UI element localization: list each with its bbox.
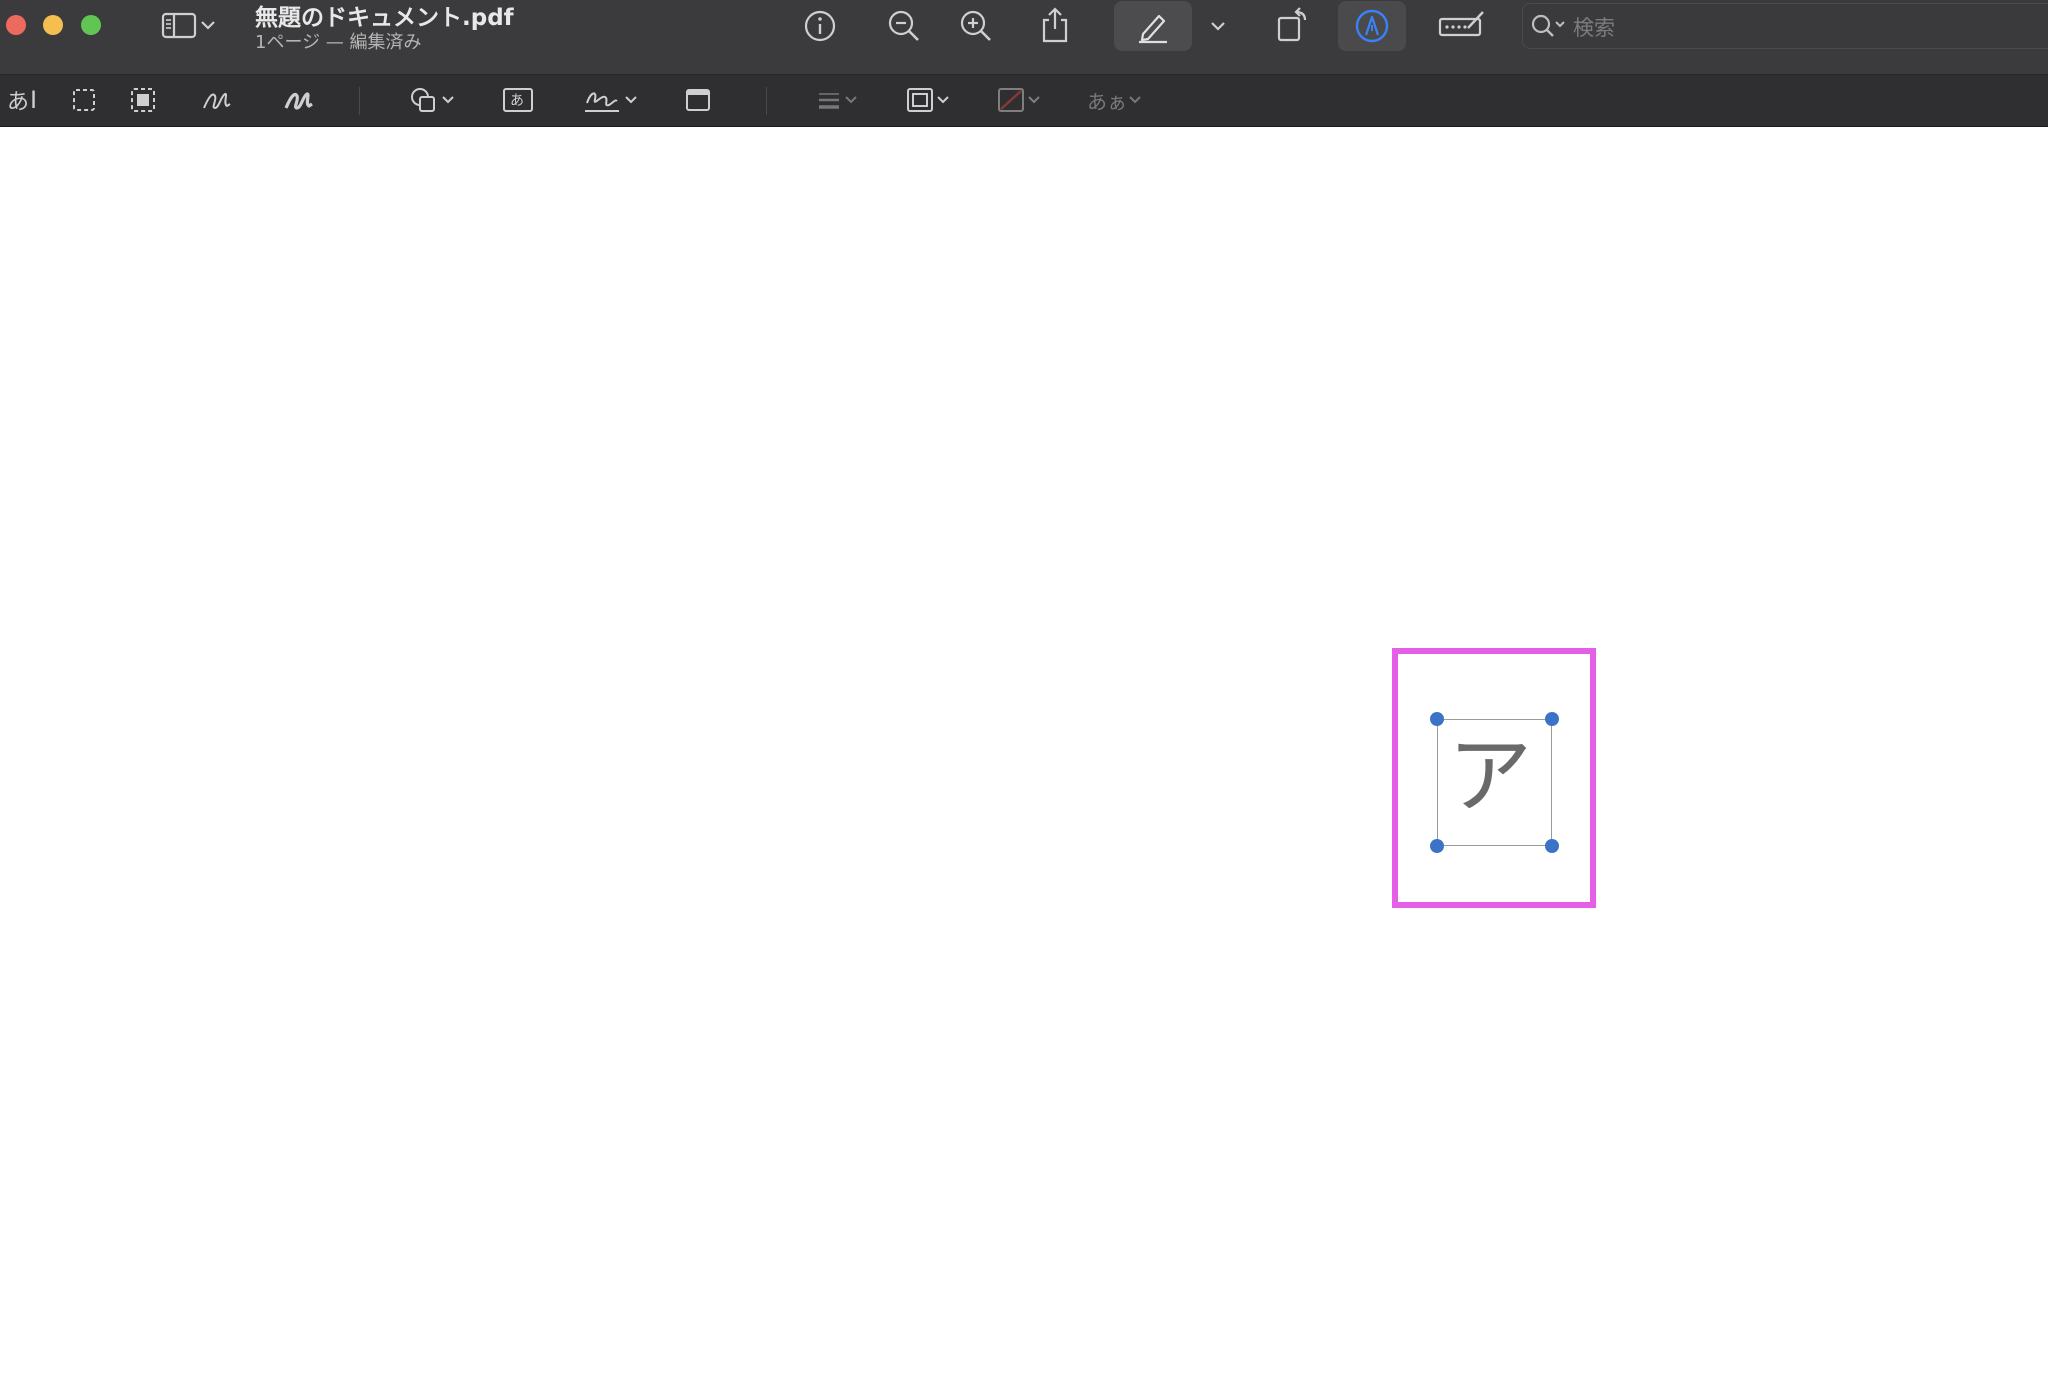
fill-color-control[interactable]: [990, 83, 1048, 117]
zoom-in-button[interactable]: [956, 6, 996, 46]
note-icon: [684, 87, 712, 113]
markup-toolbar: あ I あ あぁ: [0, 75, 2048, 127]
note-tool[interactable]: [680, 83, 716, 117]
markup-icon: [1353, 7, 1391, 45]
chevron-down-icon: [935, 94, 951, 106]
share-icon: [1038, 6, 1072, 44]
text-selection-tool[interactable]: あ I: [2, 83, 42, 117]
signature-icon: [583, 85, 623, 115]
share-button[interactable]: [1035, 4, 1075, 46]
draw-tool[interactable]: [280, 83, 318, 117]
chevron-down-icon: [623, 94, 639, 106]
draw-icon: [283, 86, 315, 114]
font-style-label: あぁ: [1087, 89, 1127, 114]
resize-handle-top-right[interactable]: [1545, 712, 1559, 726]
info-icon: [803, 9, 837, 43]
highlight-pen-icon: [1135, 8, 1171, 44]
search-field[interactable]: 検索: [1522, 3, 2048, 49]
sketch-tool[interactable]: [198, 83, 236, 117]
search-icon: [1529, 12, 1569, 44]
shapes-icon: [408, 85, 440, 115]
shapes-tool[interactable]: [402, 83, 462, 117]
text-cursor-icon: I: [29, 86, 38, 114]
line-style-control[interactable]: [808, 83, 866, 117]
zoom-out-icon: [886, 8, 922, 44]
resize-handle-bottom-left[interactable]: [1430, 839, 1444, 853]
smart-lasso-tool[interactable]: [125, 83, 161, 117]
minimize-window-button[interactable]: [43, 15, 63, 35]
toolbar-divider: [766, 87, 767, 115]
signature-glyph: ア: [1448, 727, 1533, 825]
zoom-in-icon: [958, 8, 994, 44]
chevron-down-icon: [198, 18, 218, 32]
rotate-button[interactable]: [1272, 4, 1314, 46]
pdf-page[interactable]: ア: [0, 127, 2048, 1388]
sketch-icon: [201, 86, 233, 114]
fill-color-icon: [996, 86, 1026, 114]
document-subtitle: 1ページ — 編集済み: [255, 32, 422, 53]
info-button[interactable]: [800, 6, 840, 46]
form-fill-button[interactable]: [1436, 4, 1488, 46]
chevron-down-icon: [1026, 94, 1042, 106]
toolbar-divider: [359, 87, 360, 115]
zoom-window-button[interactable]: [81, 15, 101, 35]
title-bar: 無題のドキュメント.pdf 1ページ — 編集済み 検索: [0, 0, 2048, 75]
text-box-label: あ: [510, 93, 524, 109]
chevron-down-icon: [843, 94, 859, 106]
rotate-icon: [1274, 6, 1312, 44]
resize-handle-bottom-right[interactable]: [1545, 839, 1559, 853]
sidebar-icon: [158, 10, 198, 40]
font-style-control[interactable]: あぁ: [1083, 83, 1147, 117]
rect-select-icon: [70, 86, 98, 114]
sidebar-toggle-button[interactable]: [152, 8, 224, 42]
text-box-tool[interactable]: あ: [500, 83, 536, 117]
rect-select-tool[interactable]: [66, 83, 102, 117]
signature-annotation[interactable]: ア: [1437, 719, 1552, 846]
signature-tool[interactable]: [580, 83, 642, 117]
search-input[interactable]: 検索: [1573, 12, 1615, 42]
form-fill-icon: [1438, 8, 1486, 42]
border-color-control[interactable]: [898, 83, 958, 117]
markup-toolbar-button[interactable]: [1338, 1, 1406, 51]
line-style-icon: [815, 88, 843, 112]
smart-lasso-icon: [129, 86, 157, 114]
chevron-down-icon: [1208, 19, 1228, 33]
text-selection-label: あ: [6, 90, 29, 115]
resize-handle-top-left[interactable]: [1430, 712, 1444, 726]
close-window-button[interactable]: [6, 15, 26, 35]
chevron-down-icon: [440, 94, 456, 106]
border-color-icon: [905, 86, 935, 114]
text-box-icon: あ: [503, 88, 533, 112]
highlight-button[interactable]: [1114, 1, 1192, 51]
zoom-out-button[interactable]: [884, 6, 924, 46]
chevron-down-icon: [1127, 94, 1143, 106]
highlight-options-button[interactable]: [1205, 14, 1231, 38]
